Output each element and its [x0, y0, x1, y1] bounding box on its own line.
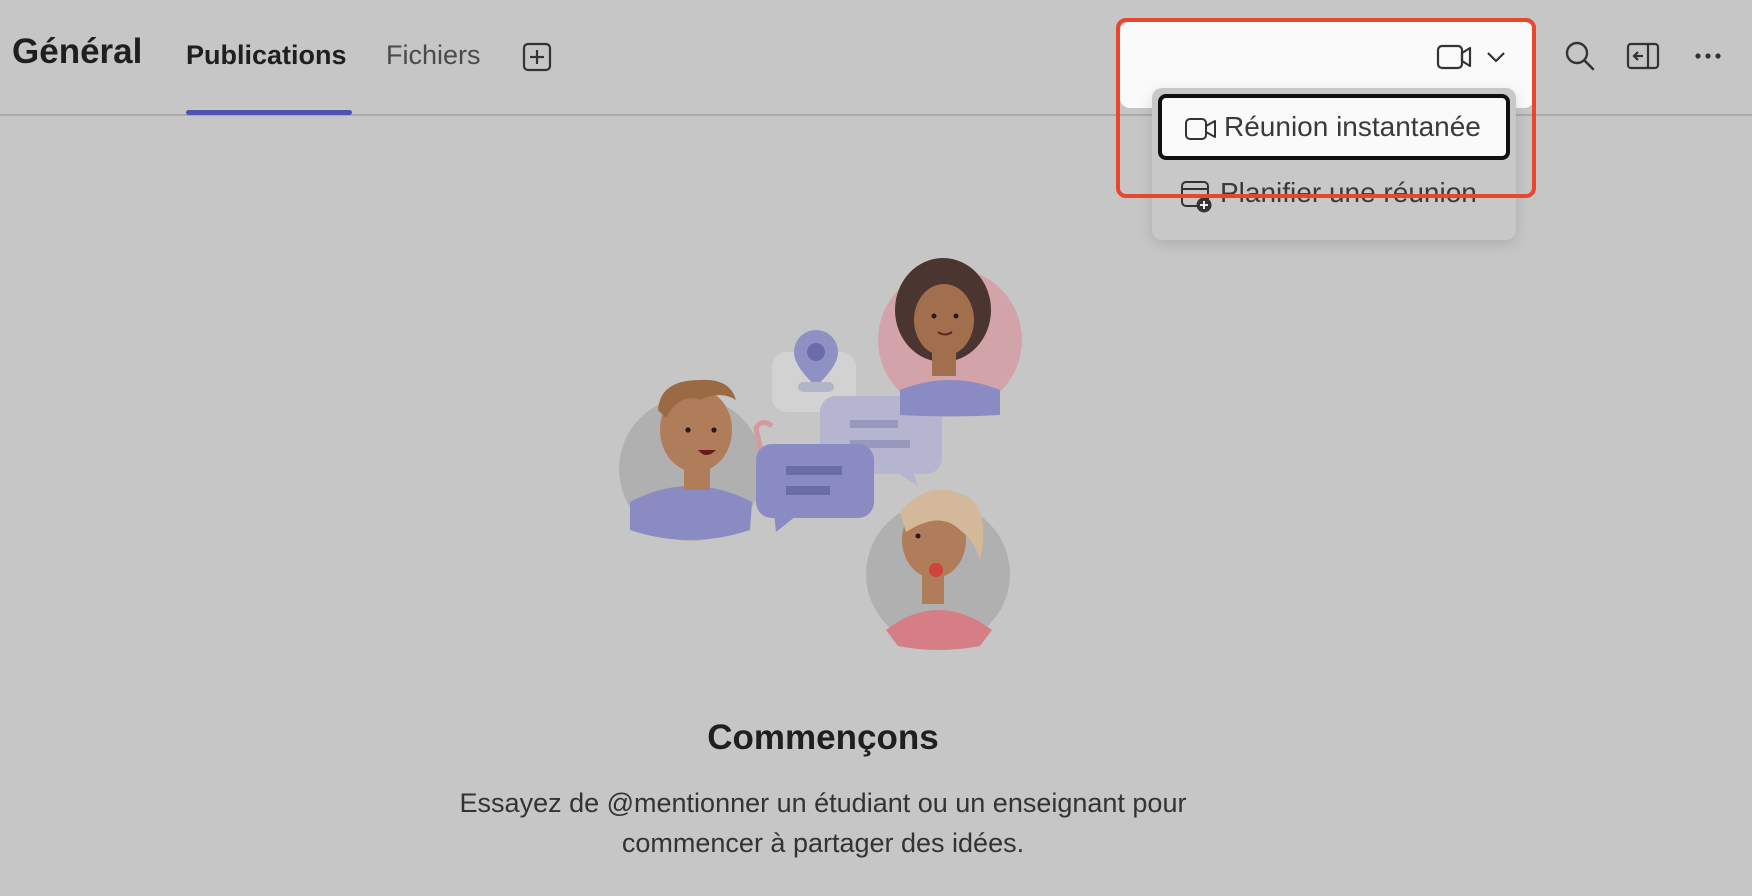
menu-item-label: Planifier une réunion [1220, 177, 1477, 208]
calendar-add-icon [1181, 181, 1212, 213]
active-tab-indicator [186, 110, 352, 115]
add-tab-button[interactable] [522, 42, 552, 72]
empty-state-line-1: Essayez de @mentionner un étudiant ou un… [459, 788, 1187, 818]
tab-fichiers[interactable]: Fichiers [386, 40, 481, 71]
video-icon [1185, 118, 1216, 140]
menu-item-instant-meeting[interactable]: Réunion instantanée [1158, 94, 1510, 160]
meet-dropdown-menu: Réunion instantanée Planifier une réunio… [1152, 88, 1516, 240]
meet-split-button[interactable] [1436, 40, 1514, 74]
search-icon[interactable] [1564, 40, 1596, 72]
empty-state-title: Commençons [707, 718, 939, 757]
chevron-down-icon [1487, 52, 1505, 63]
empty-state-description: Essayez de @mentionner un étudiant ou un… [0, 783, 1646, 863]
menu-item-label: Réunion instantanée [1224, 111, 1481, 142]
more-icon[interactable] [1694, 52, 1722, 60]
channel-title: Général [12, 32, 143, 71]
empty-state-line-2: commencer à partager des idées. [621, 828, 1025, 858]
video-icon [1436, 44, 1464, 70]
empty-state-illustration [619, 258, 1022, 650]
tab-publications[interactable]: Publications [186, 40, 347, 71]
menu-item-schedule-meeting[interactable]: Planifier une réunion [1158, 160, 1510, 226]
side-panel-icon[interactable] [1626, 42, 1660, 70]
